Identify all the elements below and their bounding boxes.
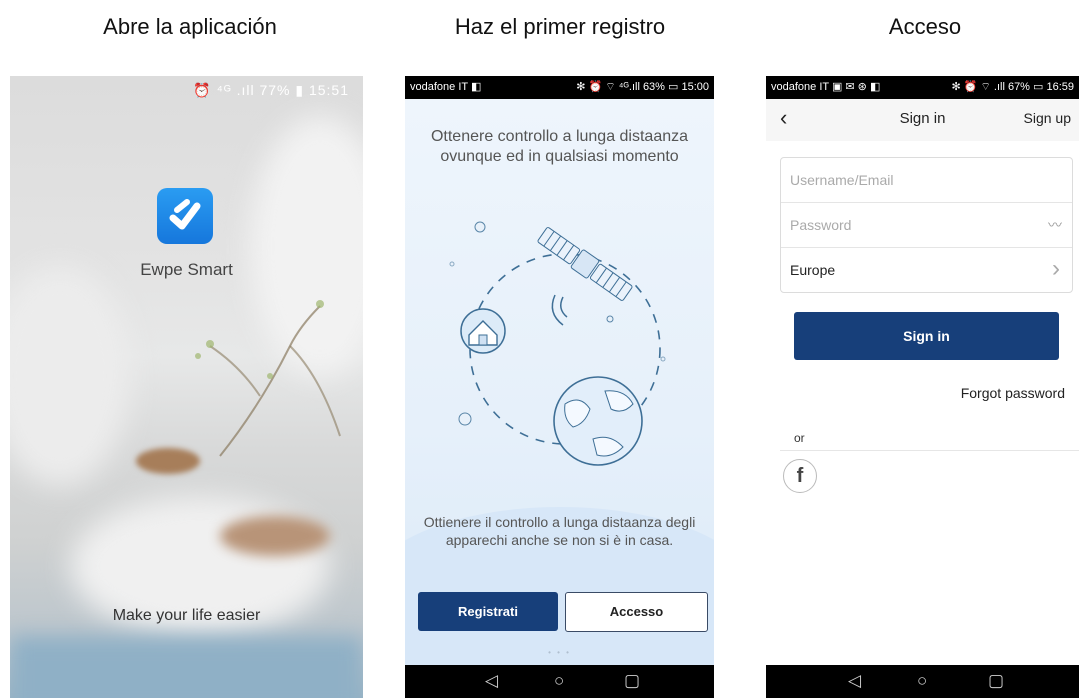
splash-screen: ⏰ ⁴ᴳ .ıll 77% ▮ 15:51 Ewpe Smart Make yo…: [10, 76, 363, 698]
status-icons: ✻ ⏰ ⌔ ⁴ᴳ.ıll 63% ▭ 15:00: [576, 81, 709, 93]
nav-recent-icon[interactable]: ▢: [988, 671, 1004, 691]
caption-access: Acceso: [888, 14, 962, 39]
page-dots: • • •: [548, 648, 571, 657]
username-placeholder: Username/Email: [790, 172, 894, 188]
status-bar: ⏰ ⁴ᴳ .ıll 77% ▮ 15:51: [193, 82, 349, 98]
signin-screen: vodafone IT ▣ ✉ ⊛ ◧ ✻ ⏰ ⌔ .ıll 67% ▭ 16:…: [766, 76, 1079, 698]
satellite-globe-illustration: [449, 221, 666, 466]
username-field[interactable]: Username/Email: [781, 158, 1072, 203]
signin-button[interactable]: Sign in: [794, 312, 1059, 360]
nav-bar: ◁ ○ ▢: [405, 665, 714, 698]
status-bar: vodafone IT ▣ ✉ ⊛ ◧ ✻ ⏰ ⌔ .ıll 67% ▭ 16:…: [766, 76, 1079, 99]
nav-back-icon[interactable]: ◁: [848, 671, 861, 691]
carrier-label: vodafone IT ▣ ✉ ⊛ ◧: [771, 81, 881, 93]
tagline: Make your life easier: [112, 607, 261, 624]
eye-closed-icon[interactable]: 〰: [1048, 215, 1062, 235]
nav-back-icon[interactable]: ◁: [485, 671, 498, 691]
facebook-icon[interactable]: f: [783, 459, 817, 493]
password-placeholder: Password: [790, 217, 852, 233]
chevron-right-icon: ›: [1052, 255, 1060, 282]
nav-bar: ◁ ○ ▢: [766, 665, 1079, 698]
access-button[interactable]: Accesso: [565, 592, 708, 632]
signup-link[interactable]: Sign up: [1024, 110, 1071, 126]
ewpe-logo-icon: [157, 188, 213, 244]
intro-subtext: Ottienere il controllo a lunga distaanza…: [423, 514, 696, 548]
login-form: Username/Email Password 〰 Europe ›: [780, 157, 1073, 293]
divider: [780, 450, 1079, 451]
or-separator-label: or: [794, 431, 805, 445]
nav-recent-icon[interactable]: ▢: [624, 671, 640, 691]
carrier-label: vodafone IT ◧: [410, 81, 482, 93]
plant-branches: [195, 300, 341, 457]
status-icons: ✻ ⏰ ⌔ .ıll 67% ▭ 16:59: [951, 81, 1074, 93]
status-bar: vodafone IT ◧ ✻ ⏰ ⌔ ⁴ᴳ.ıll 63% ▭ 15:00: [405, 76, 714, 99]
region-selector[interactable]: Europe ›: [781, 248, 1072, 292]
intro-headline: Ottenere controllo a lunga distaanza ovu…: [430, 128, 689, 165]
intro-body: Ottenere controllo a lunga distaanza ovu…: [405, 99, 714, 677]
caption-open-app: Abre la aplicación: [103, 14, 277, 39]
forgot-password-link[interactable]: Forgot password: [961, 385, 1065, 401]
header-bar: ‹ Sign in Sign up: [766, 99, 1079, 141]
nav-home-icon[interactable]: ○: [917, 671, 927, 691]
floor-shape: [10, 636, 363, 698]
register-button[interactable]: Registrati: [418, 592, 558, 631]
app-name: Ewpe Smart: [140, 260, 233, 279]
caption-first-register: Haz el primer registro: [454, 14, 666, 39]
nav-home-icon[interactable]: ○: [554, 671, 564, 691]
region-value: Europe: [790, 262, 836, 278]
background-shape: [10, 266, 130, 486]
password-field[interactable]: Password 〰: [781, 203, 1072, 248]
intro-screen: vodafone IT ◧ ✻ ⏰ ⌔ ⁴ᴳ.ıll 63% ▭ 15:00 O…: [405, 76, 714, 698]
